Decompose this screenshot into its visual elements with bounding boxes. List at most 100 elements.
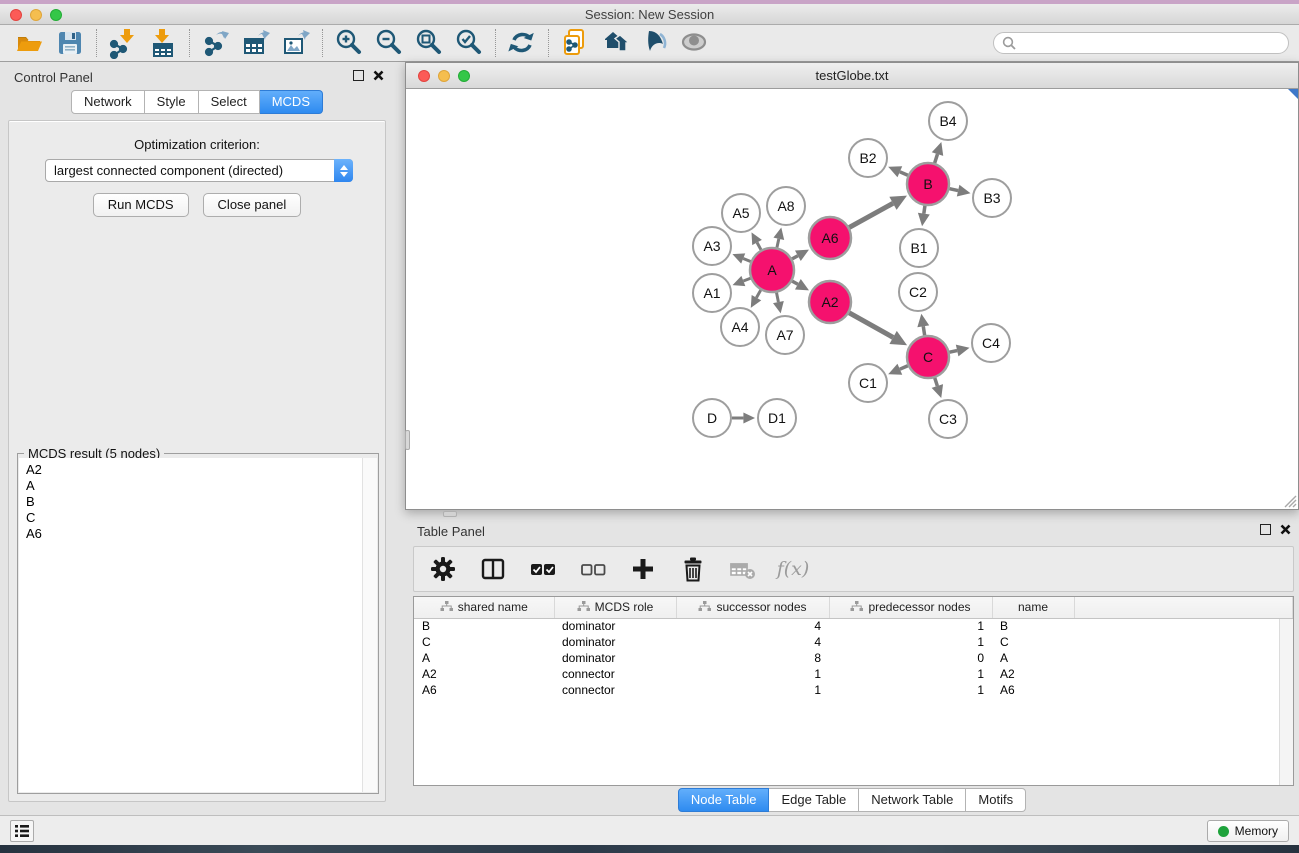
table-tab-network-table[interactable]: Network Table [859, 788, 966, 812]
table-tab-node-table[interactable]: Node Table [678, 788, 770, 812]
tab-network[interactable]: Network [71, 90, 145, 114]
edge-A2-C[interactable] [849, 313, 893, 338]
export-network-button[interactable] [196, 27, 236, 59]
graph-node-A4[interactable]: A4 [721, 308, 759, 346]
zoom-out-button[interactable] [369, 27, 409, 59]
table-tab-edge-table[interactable]: Edge Table [769, 788, 859, 812]
graph-node-A7[interactable]: A7 [766, 316, 804, 354]
edge-A-A2[interactable] [792, 281, 798, 284]
close-panel-button[interactable]: Close panel [203, 193, 302, 217]
table-cell[interactable]: connector [554, 682, 676, 698]
graph-node-D[interactable]: D [693, 399, 731, 437]
result-list-item[interactable]: C [26, 510, 362, 526]
edge-B-B3[interactable] [949, 189, 958, 191]
table-cell[interactable]: 1 [829, 666, 992, 682]
graph-node-A2[interactable]: A2 [809, 281, 851, 323]
graph-node-C4[interactable]: C4 [972, 324, 1010, 362]
result-list-item[interactable]: A2 [26, 462, 362, 478]
table-mode-button[interactable] [428, 554, 458, 584]
edge-A-A8[interactable] [777, 239, 779, 248]
table-scrollbar[interactable] [1279, 619, 1293, 785]
table-cell[interactable]: B [414, 618, 554, 634]
table-cell[interactable]: 1 [676, 666, 829, 682]
edge-A-A5[interactable] [757, 243, 761, 250]
node-table-grid[interactable]: shared nameMCDS rolesuccessor nodesprede… [414, 597, 1293, 698]
edge-A-A4[interactable] [756, 290, 760, 298]
table-cell[interactable]: B [992, 618, 1074, 634]
edge-B-B1[interactable] [924, 206, 925, 214]
graph-node-C3[interactable]: C3 [929, 400, 967, 438]
hide-selected-button[interactable] [635, 27, 675, 59]
edge-C-C1[interactable] [900, 366, 908, 369]
network-graph[interactable]: B4B2BB3A8A5A6A3B1AC2A1A2A4A7C4CC1C3DD1 [406, 89, 1298, 509]
splitter-grip-horizontal[interactable] [443, 511, 457, 517]
tab-mcds[interactable]: MCDS [260, 90, 323, 114]
graph-node-A5[interactable]: A5 [722, 194, 760, 232]
open-session-button[interactable] [10, 27, 50, 59]
table-cell[interactable]: C [992, 634, 1074, 650]
edge-A-A7[interactable] [777, 293, 779, 302]
delete-columns-button[interactable] [678, 554, 708, 584]
create-column-button[interactable] [628, 554, 658, 584]
new-network-from-selection-button[interactable] [555, 27, 595, 59]
table-row[interactable]: Adominator80A [414, 650, 1293, 666]
graph-node-C2[interactable]: C2 [899, 273, 937, 311]
edge-A-A3[interactable] [743, 258, 750, 261]
save-session-button[interactable] [50, 27, 90, 59]
table-cell[interactable]: dominator [554, 634, 676, 650]
function-builder-button[interactable]: f(x) [778, 554, 808, 584]
table-cell[interactable]: A6 [414, 682, 554, 698]
show-all-columns-button[interactable] [528, 554, 558, 584]
edge-B-B2[interactable] [900, 172, 908, 175]
search-input[interactable] [1021, 35, 1280, 51]
network-canvas[interactable]: B4B2BB3A8A5A6A3B1AC2A1A2A4A7C4CC1C3DD1 [406, 89, 1298, 509]
graph-node-B[interactable]: B [907, 163, 949, 205]
result-list-item[interactable]: A [26, 478, 362, 494]
table-cell[interactable]: A2 [414, 666, 554, 682]
toolbar-search[interactable] [993, 32, 1289, 54]
resize-grip-icon[interactable] [1282, 493, 1297, 508]
edge-C-C2[interactable] [923, 326, 924, 335]
table-row[interactable]: A6connector11A6 [414, 682, 1293, 698]
table-row[interactable]: Cdominator41C [414, 634, 1293, 650]
table-cell[interactable]: 1 [676, 682, 829, 698]
import-network-button[interactable] [103, 27, 143, 59]
table-cell[interactable]: A [414, 650, 554, 666]
table-tab-motifs[interactable]: Motifs [966, 788, 1026, 812]
table-cell[interactable]: dominator [554, 618, 676, 634]
task-history-button[interactable] [10, 820, 34, 842]
result-list-scrollbar[interactable] [362, 458, 377, 792]
result-list-item[interactable]: B [26, 494, 362, 510]
table-cell[interactable]: 1 [829, 618, 992, 634]
table-cell[interactable]: 1 [829, 634, 992, 650]
delete-table-button[interactable] [728, 554, 758, 584]
table-cell[interactable]: connector [554, 666, 676, 682]
split-view-button[interactable] [478, 554, 508, 584]
column-header-shared-name[interactable]: shared name [414, 597, 554, 618]
float-panel-icon[interactable] [353, 70, 364, 81]
graph-node-A1[interactable]: A1 [693, 274, 731, 312]
column-header-name[interactable]: name [992, 597, 1074, 618]
edge-C-C3[interactable] [935, 378, 938, 386]
column-header-MCDS-role[interactable]: MCDS role [554, 597, 676, 618]
mcds-result-list[interactable]: A2ABCA6 [19, 458, 362, 792]
edge-A-A1[interactable] [743, 278, 750, 281]
table-cell[interactable]: 4 [676, 618, 829, 634]
zoom-selected-button[interactable] [449, 27, 489, 59]
graph-node-A8[interactable]: A8 [767, 187, 805, 225]
close-panel-icon[interactable] [373, 70, 384, 81]
run-mcds-button[interactable]: Run MCDS [93, 193, 189, 217]
tab-select[interactable]: Select [199, 90, 260, 114]
edge-A6-B[interactable] [849, 203, 893, 227]
graph-node-C[interactable]: C [907, 336, 949, 378]
tab-style[interactable]: Style [145, 90, 199, 114]
zoom-in-button[interactable] [329, 27, 369, 59]
result-list-item[interactable]: A6 [26, 526, 362, 542]
column-header-predecessor-nodes[interactable]: predecessor nodes [829, 597, 992, 618]
zoom-fit-button[interactable] [409, 27, 449, 59]
table-row[interactable]: A2connector11A2 [414, 666, 1293, 682]
edge-C-C4[interactable] [949, 351, 957, 353]
graph-node-A3[interactable]: A3 [693, 227, 731, 265]
table-cell[interactable]: dominator [554, 650, 676, 666]
graph-node-C1[interactable]: C1 [849, 364, 887, 402]
